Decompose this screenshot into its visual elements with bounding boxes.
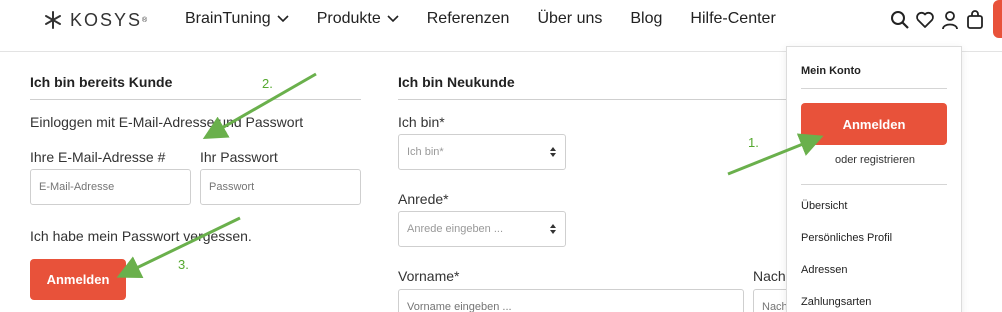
nav-label: BrainTuning xyxy=(185,10,271,27)
header-icons xyxy=(890,10,990,30)
cart-badge-tab[interactable] xyxy=(993,0,1002,38)
nav-item-produkte[interactable]: Produkte xyxy=(317,10,399,28)
logo-registered-mark: ® xyxy=(142,16,148,24)
firstname-field[interactable] xyxy=(398,289,744,312)
account-menu-title: Mein Konto xyxy=(801,65,861,77)
firstname-label: Vorname* xyxy=(398,268,460,284)
heart-icon[interactable] xyxy=(915,10,935,30)
account-link-overview[interactable]: Übersicht xyxy=(801,200,847,212)
account-link-payment[interactable]: Zahlungsarten xyxy=(801,296,871,308)
search-icon[interactable] xyxy=(890,10,910,30)
nav-label: Produkte xyxy=(316,10,381,27)
divider xyxy=(398,99,786,100)
divider xyxy=(801,184,947,185)
login-button[interactable]: Anmelden xyxy=(30,259,126,300)
iam-select-value: Ich bin* xyxy=(407,146,444,158)
nav-item-hilfe-center[interactable]: Hilfe-Center xyxy=(690,10,775,28)
password-field[interactable] xyxy=(200,169,361,205)
select-arrows-icon xyxy=(550,224,556,234)
nav-label: Hilfe-Center xyxy=(690,10,776,27)
email-label: Ihre E-Mail-Adresse # xyxy=(30,149,166,165)
salutation-select[interactable]: Anrede eingeben ... xyxy=(398,211,566,247)
dropdown-login-button[interactable]: Anmelden xyxy=(801,103,947,145)
annotation-label-1: 1. xyxy=(748,135,759,150)
annotation-label-3: 3. xyxy=(178,257,189,272)
bag-icon[interactable] xyxy=(965,10,985,30)
user-icon[interactable] xyxy=(940,10,960,30)
nav-item-braintuning[interactable]: BrainTuning xyxy=(185,10,289,28)
salutation-select-value: Anrede eingeben ... xyxy=(407,223,504,235)
salutation-label: Anrede* xyxy=(398,191,449,207)
divider xyxy=(30,99,361,100)
logo-text: KOSYS xyxy=(70,9,143,30)
nav-label: Über uns xyxy=(537,10,603,27)
forgot-password-link[interactable]: Ich habe mein Passwort vergessen. xyxy=(30,228,252,244)
existing-customer-title: Ich bin bereits Kunde xyxy=(30,74,173,90)
annotation-label-2: 2. xyxy=(262,76,273,91)
select-arrows-icon xyxy=(550,147,556,157)
main-nav: BrainTuning Produkte Referenzen Über uns… xyxy=(185,10,804,28)
register-link[interactable]: oder registrieren xyxy=(787,154,963,166)
nav-item-ueber-uns[interactable]: Über uns xyxy=(537,10,602,28)
kosys-logo[interactable]: KOSYS ® xyxy=(42,9,147,31)
divider xyxy=(801,88,947,89)
nav-item-blog[interactable]: Blog xyxy=(630,10,662,28)
chevron-down-icon xyxy=(277,15,289,23)
iam-label: Ich bin* xyxy=(398,114,445,130)
account-dropdown: Mein Konto Anmelden oder registrieren Üb… xyxy=(786,46,962,312)
password-label: Ihr Passwort xyxy=(200,149,278,165)
new-customer-title: Ich bin Neukunde xyxy=(398,74,515,90)
nav-label: Blog xyxy=(630,10,663,27)
login-intro-text: Einloggen mit E-Mail-Adresse und Passwor… xyxy=(30,114,304,130)
chevron-down-icon xyxy=(387,15,399,23)
nav-item-referenzen[interactable]: Referenzen xyxy=(427,10,510,28)
account-link-addresses[interactable]: Adressen xyxy=(801,264,847,276)
kosys-logo-icon xyxy=(45,11,61,29)
site-header: KOSYS ® BrainTuning Produkte Referenzen Ü… xyxy=(0,0,1002,52)
iam-select[interactable]: Ich bin* xyxy=(398,134,566,170)
account-link-profile[interactable]: Persönliches Profil xyxy=(801,232,892,244)
email-field[interactable] xyxy=(30,169,191,205)
nav-label: Referenzen xyxy=(426,10,510,27)
